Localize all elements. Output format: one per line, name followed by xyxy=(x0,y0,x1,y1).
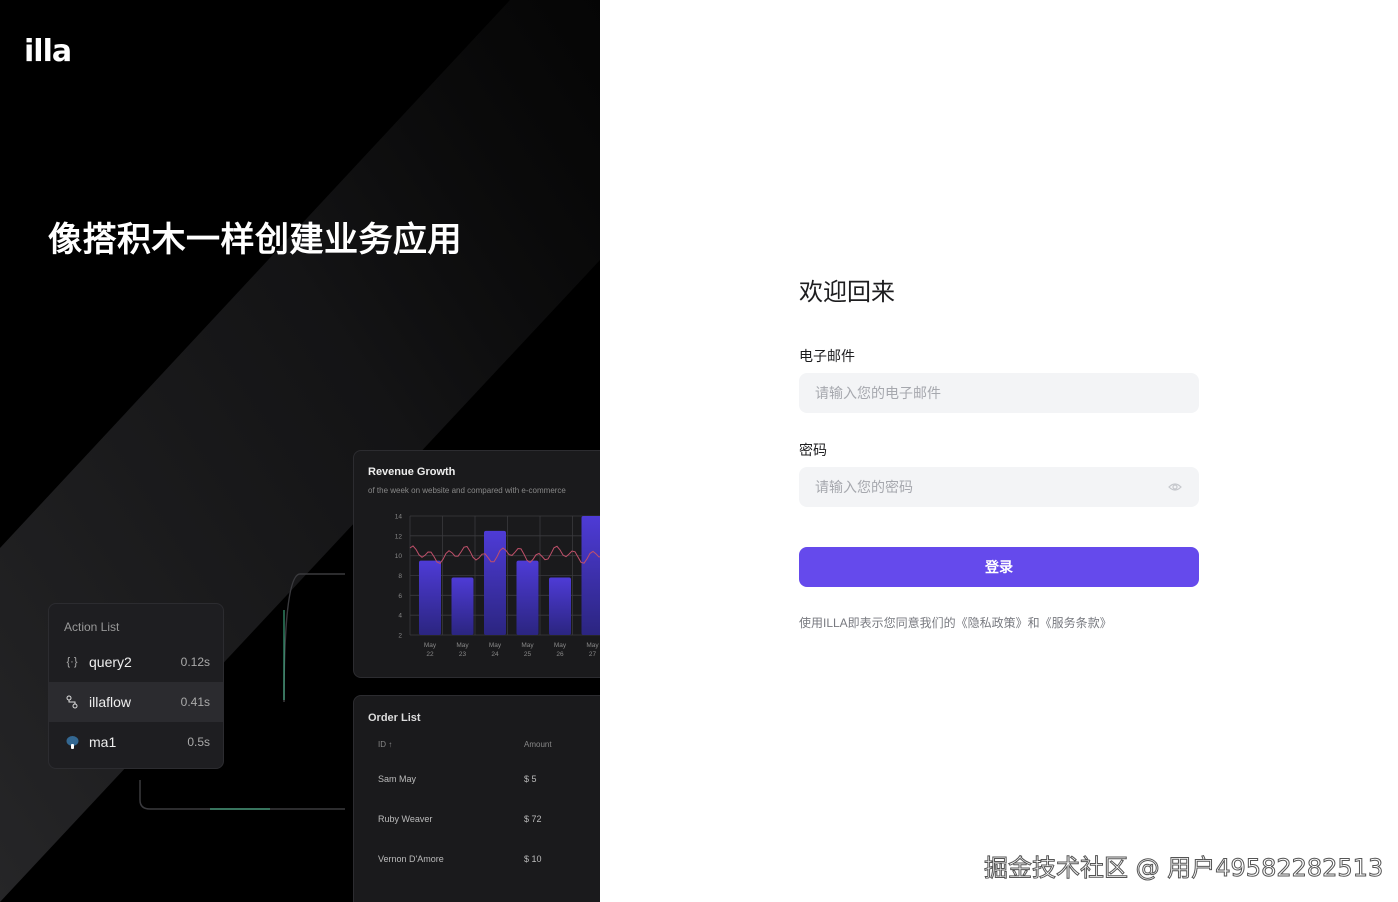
password-label: 密码 xyxy=(799,442,827,458)
x-tick-label: May xyxy=(521,642,534,649)
action-item-illaflow[interactable]: illaflow 0.41s xyxy=(49,682,223,722)
order-row-amount: $ 5 xyxy=(524,774,537,784)
y-tick-label: 2 xyxy=(398,633,402,640)
illa-logo: illa xyxy=(24,37,72,67)
action-item-query2[interactable]: {·} query2 0.12s xyxy=(49,642,223,682)
action-item-time: 0.12s xyxy=(180,655,210,669)
revenue-growth-card: Revenue Growth of the week on website an… xyxy=(353,450,600,678)
action-item-time: 0.5s xyxy=(187,735,210,749)
y-tick-label: 8 xyxy=(398,573,402,580)
x-tick-label: 26 xyxy=(556,651,564,658)
x-tick-label: May xyxy=(586,642,599,649)
action-item-time: 0.41s xyxy=(180,695,210,709)
flow-icon xyxy=(64,694,80,710)
order-col-id: ID ↑ xyxy=(378,740,393,749)
bar xyxy=(451,577,474,635)
x-tick-label: 24 xyxy=(491,651,499,658)
y-tick-label: 4 xyxy=(398,613,402,620)
action-list-title: Action List xyxy=(64,620,120,634)
bar xyxy=(484,530,506,635)
order-card-title: Order List xyxy=(368,712,421,724)
x-tick-label: 23 xyxy=(459,651,467,658)
email-label: 电子邮件 xyxy=(799,348,855,364)
bar xyxy=(516,560,539,635)
action-item-name: illaflow xyxy=(89,694,132,710)
order-row-amount: $ 72 xyxy=(524,814,542,824)
postgres-icon xyxy=(64,734,80,750)
x-tick-label: May xyxy=(489,642,502,649)
order-list-card: Order List ID ↑ Amount Sam May $ 5 Ruby … xyxy=(353,695,600,902)
x-tick-label: 27 xyxy=(589,651,597,658)
watermark: 掘金技术社区 @ 用户49582282513 xyxy=(983,854,1384,883)
bar xyxy=(549,577,571,635)
terms-text: 使用ILLA即表示您同意我们的《隐私政策》和《服务条款》 xyxy=(799,616,1112,630)
login-panel: 欢迎回来 电子邮件 密码 登录 使用ILLA即表示您同意我们的《隐私政策》和《服… xyxy=(600,0,1398,902)
x-tick-label: May xyxy=(456,642,469,649)
revenue-chart: 14 12 10 8 6 4 2 May 22 May 23 May 24 May 25 May 26 May 27 xyxy=(395,514,600,658)
action-item-name: ma1 xyxy=(89,734,117,750)
y-tick-label: 14 xyxy=(395,514,403,521)
y-tick-label: 12 xyxy=(395,533,403,540)
x-tick-label: May xyxy=(424,642,437,649)
order-col-amount: Amount xyxy=(524,740,552,749)
action-item-ma1[interactable]: ma1 0.5s xyxy=(49,722,223,762)
logo-tail: a xyxy=(51,34,72,69)
bar xyxy=(581,516,600,635)
page: illa 像搭积木一样创建业务应用 Revenue Growth of the … xyxy=(0,0,1398,902)
x-tick-label: 25 xyxy=(524,651,532,658)
order-row-name: Ruby Weaver xyxy=(378,814,433,824)
password-field[interactable] xyxy=(799,467,1199,507)
order-row-name: Vernon D'Amore xyxy=(378,854,444,864)
order-row-amount: $ 10 xyxy=(524,854,542,864)
email-field[interactable] xyxy=(799,373,1199,413)
logo-text: ill xyxy=(24,34,53,69)
eye-icon[interactable] xyxy=(1168,480,1182,494)
y-tick-label: 10 xyxy=(395,553,403,560)
action-item-name: query2 xyxy=(89,654,132,670)
order-row-name: Sam May xyxy=(378,774,417,784)
promo-panel: illa 像搭积木一样创建业务应用 Revenue Growth of the … xyxy=(0,0,600,902)
braces-icon: {·} xyxy=(66,656,78,668)
x-tick-label: May xyxy=(554,642,567,649)
welcome-title: 欢迎回来 xyxy=(799,279,895,306)
y-tick-label: 6 xyxy=(398,593,402,600)
hero-title: 像搭积木一样创建业务应用 xyxy=(48,220,462,260)
login-button[interactable]: 登录 xyxy=(799,547,1199,587)
action-list-card: Action List {·} query2 0.12s illaflow 0.… xyxy=(48,603,224,769)
bar xyxy=(419,560,441,635)
x-tick-label: 22 xyxy=(426,651,434,658)
